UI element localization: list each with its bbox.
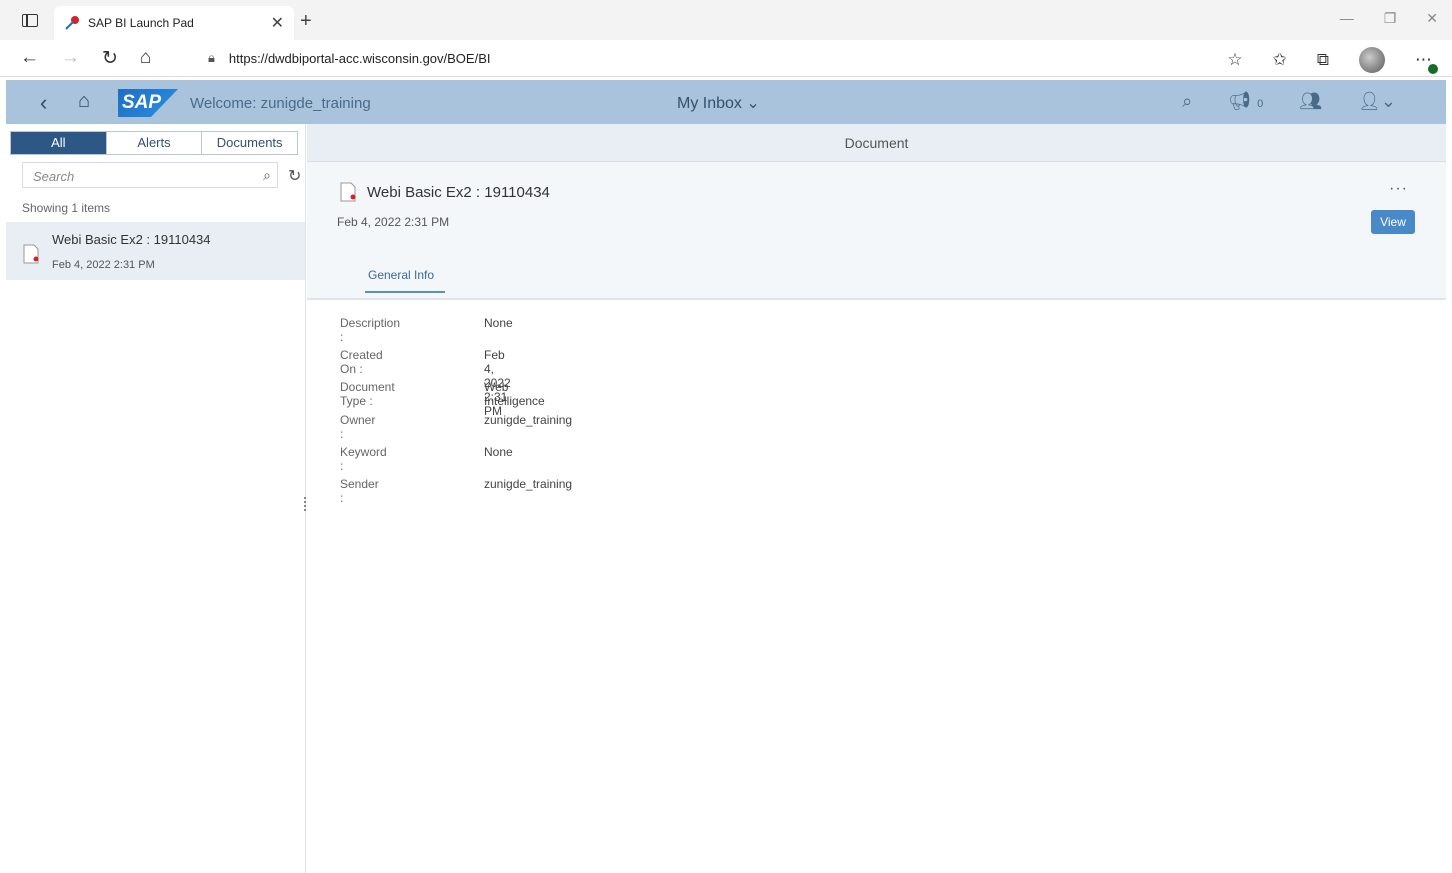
favorites-icon[interactable]: ✩ — [1273, 50, 1287, 70]
sap-logo-text: SAP — [122, 92, 162, 113]
filter-segmented-button: All Alerts Documents — [10, 131, 298, 155]
user-menu-icon[interactable]: 👤︎⌄ — [1358, 91, 1396, 112]
refresh-icon[interactable]: ↻ — [288, 166, 301, 186]
sap-shell-header: ‹ ⌂ SAP Welcome: zunigde_training My Inb… — [6, 80, 1446, 124]
list-item[interactable]: Webi Basic Ex2 : 19110434 Feb 4, 2022 2:… — [6, 222, 305, 280]
inbox-title: My Inbox — [677, 95, 742, 112]
filter-alerts[interactable]: Alerts — [105, 132, 202, 154]
tab-general-info[interactable]: General Info — [364, 268, 446, 293]
info-value: None — [484, 444, 513, 459]
collections-icon[interactable]: ⧉ — [1317, 50, 1329, 70]
info-label: Description : — [340, 316, 401, 344]
profile-avatar[interactable] — [1359, 47, 1385, 73]
webi-document-icon — [23, 244, 39, 264]
browser-toolbar: ☆ ✩ ⧉ ⋯ — [1227, 47, 1438, 74]
info-value: zunigde_training — [484, 412, 573, 427]
view-button[interactable]: View — [1371, 210, 1415, 234]
address-bar: ← → ↻ ⌂ 🔒︎ https://dwdbiportal-acc.wisco… — [0, 40, 1452, 77]
home-icon[interactable]: ⌂ — [78, 90, 90, 113]
search-placeholder: Search — [33, 169, 75, 184]
lock-icon: 🔒︎ — [208, 50, 215, 65]
info-value: None — [484, 316, 513, 330]
close-window-icon[interactable]: ✕ — [1426, 10, 1438, 27]
new-tab-icon[interactable]: + — [300, 10, 312, 33]
info-label: Keyword : — [340, 444, 387, 473]
webi-document-icon — [340, 182, 356, 202]
filter-documents[interactable]: Documents — [201, 132, 297, 154]
minimize-icon[interactable]: — — [1340, 10, 1354, 27]
info-label: Created On : — [340, 348, 383, 377]
info-label: Document Type : — [340, 380, 395, 409]
close-tab-icon[interactable]: ✕ — [271, 13, 284, 33]
document-date: Feb 4, 2022 2:31 PM — [337, 215, 450, 229]
extension-badge-icon — [1428, 64, 1438, 74]
inbox-title-menu[interactable]: My Inbox ⌄ — [677, 93, 760, 113]
list-item-date: Feb 4, 2022 2:31 PM — [52, 259, 155, 271]
search-icon[interactable]: ⌕ — [263, 167, 271, 184]
sap-favicon-icon — [65, 16, 79, 30]
shell-actions: ⌕ 📢︎ 0 👥︎ 👤︎⌄ — [1182, 91, 1396, 112]
extensions-icon[interactable]: ⋯ — [1415, 50, 1438, 74]
notifications-button[interactable]: 📢︎ 0 — [1228, 91, 1263, 112]
nav-buttons: ← → ↻ ⌂ — [20, 47, 151, 70]
list-item-name: Webi Basic Ex2 : 19110434 — [52, 232, 211, 247]
browser-tab-bar: SAP BI Launch Pad ✕ + — ❐ ✕ — [0, 0, 1452, 40]
back-chevron-icon[interactable]: ‹ — [40, 90, 47, 116]
back-icon[interactable]: ← — [20, 47, 39, 70]
add-favorite-icon[interactable]: ☆ — [1227, 50, 1242, 70]
object-header: Webi Basic Ex2 : 19110434 Feb 4, 2022 2:… — [307, 162, 1446, 300]
info-label: Owner : — [340, 412, 376, 441]
refresh-icon[interactable]: ↻ — [102, 47, 118, 70]
chevron-down-icon: ⌄ — [746, 95, 760, 112]
sap-logo[interactable]: SAP — [118, 89, 178, 117]
url-field[interactable]: 🔒︎ https://dwdbiportal-acc.wisconsin.gov… — [208, 50, 490, 66]
info-label: Sender : — [340, 476, 379, 505]
inbox-list-pane: All Alerts Documents Search ⌕ ↻ Showing … — [6, 124, 306, 873]
filter-all[interactable]: All — [11, 132, 106, 154]
info-value: zunigde_training — [484, 476, 573, 491]
detail-header: Document — [307, 124, 1446, 162]
item-count: Showing 1 items — [22, 201, 111, 215]
more-options-icon[interactable]: ··· — [1389, 180, 1408, 198]
browser-tab[interactable]: SAP BI Launch Pad ✕ — [54, 6, 294, 40]
tab-actions-icon[interactable] — [22, 14, 38, 27]
window-controls: — ❐ ✕ — [1340, 10, 1438, 27]
restore-icon[interactable]: ❐ — [1384, 10, 1397, 27]
megaphone-icon: 📢︎ — [1228, 91, 1252, 111]
forward-icon[interactable]: → — [61, 47, 80, 70]
search-icon[interactable]: ⌕ — [1182, 91, 1192, 112]
info-value: Web Intelligence — [484, 380, 545, 409]
home-icon[interactable]: ⌂ — [140, 47, 151, 70]
search-input[interactable]: Search ⌕ — [22, 162, 278, 188]
pane-splitter[interactable] — [304, 497, 306, 511]
notification-count: 0 — [1257, 98, 1264, 110]
document-title: Webi Basic Ex2 : 19110434 — [367, 184, 550, 201]
url-text: https://dwdbiportal-acc.wisconsin.gov/BO… — [228, 50, 491, 66]
welcome-text: Welcome: zunigde_training — [190, 95, 371, 112]
users-icon[interactable]: 👥︎ — [1299, 91, 1322, 112]
tab-title: SAP BI Launch Pad — [88, 16, 194, 30]
